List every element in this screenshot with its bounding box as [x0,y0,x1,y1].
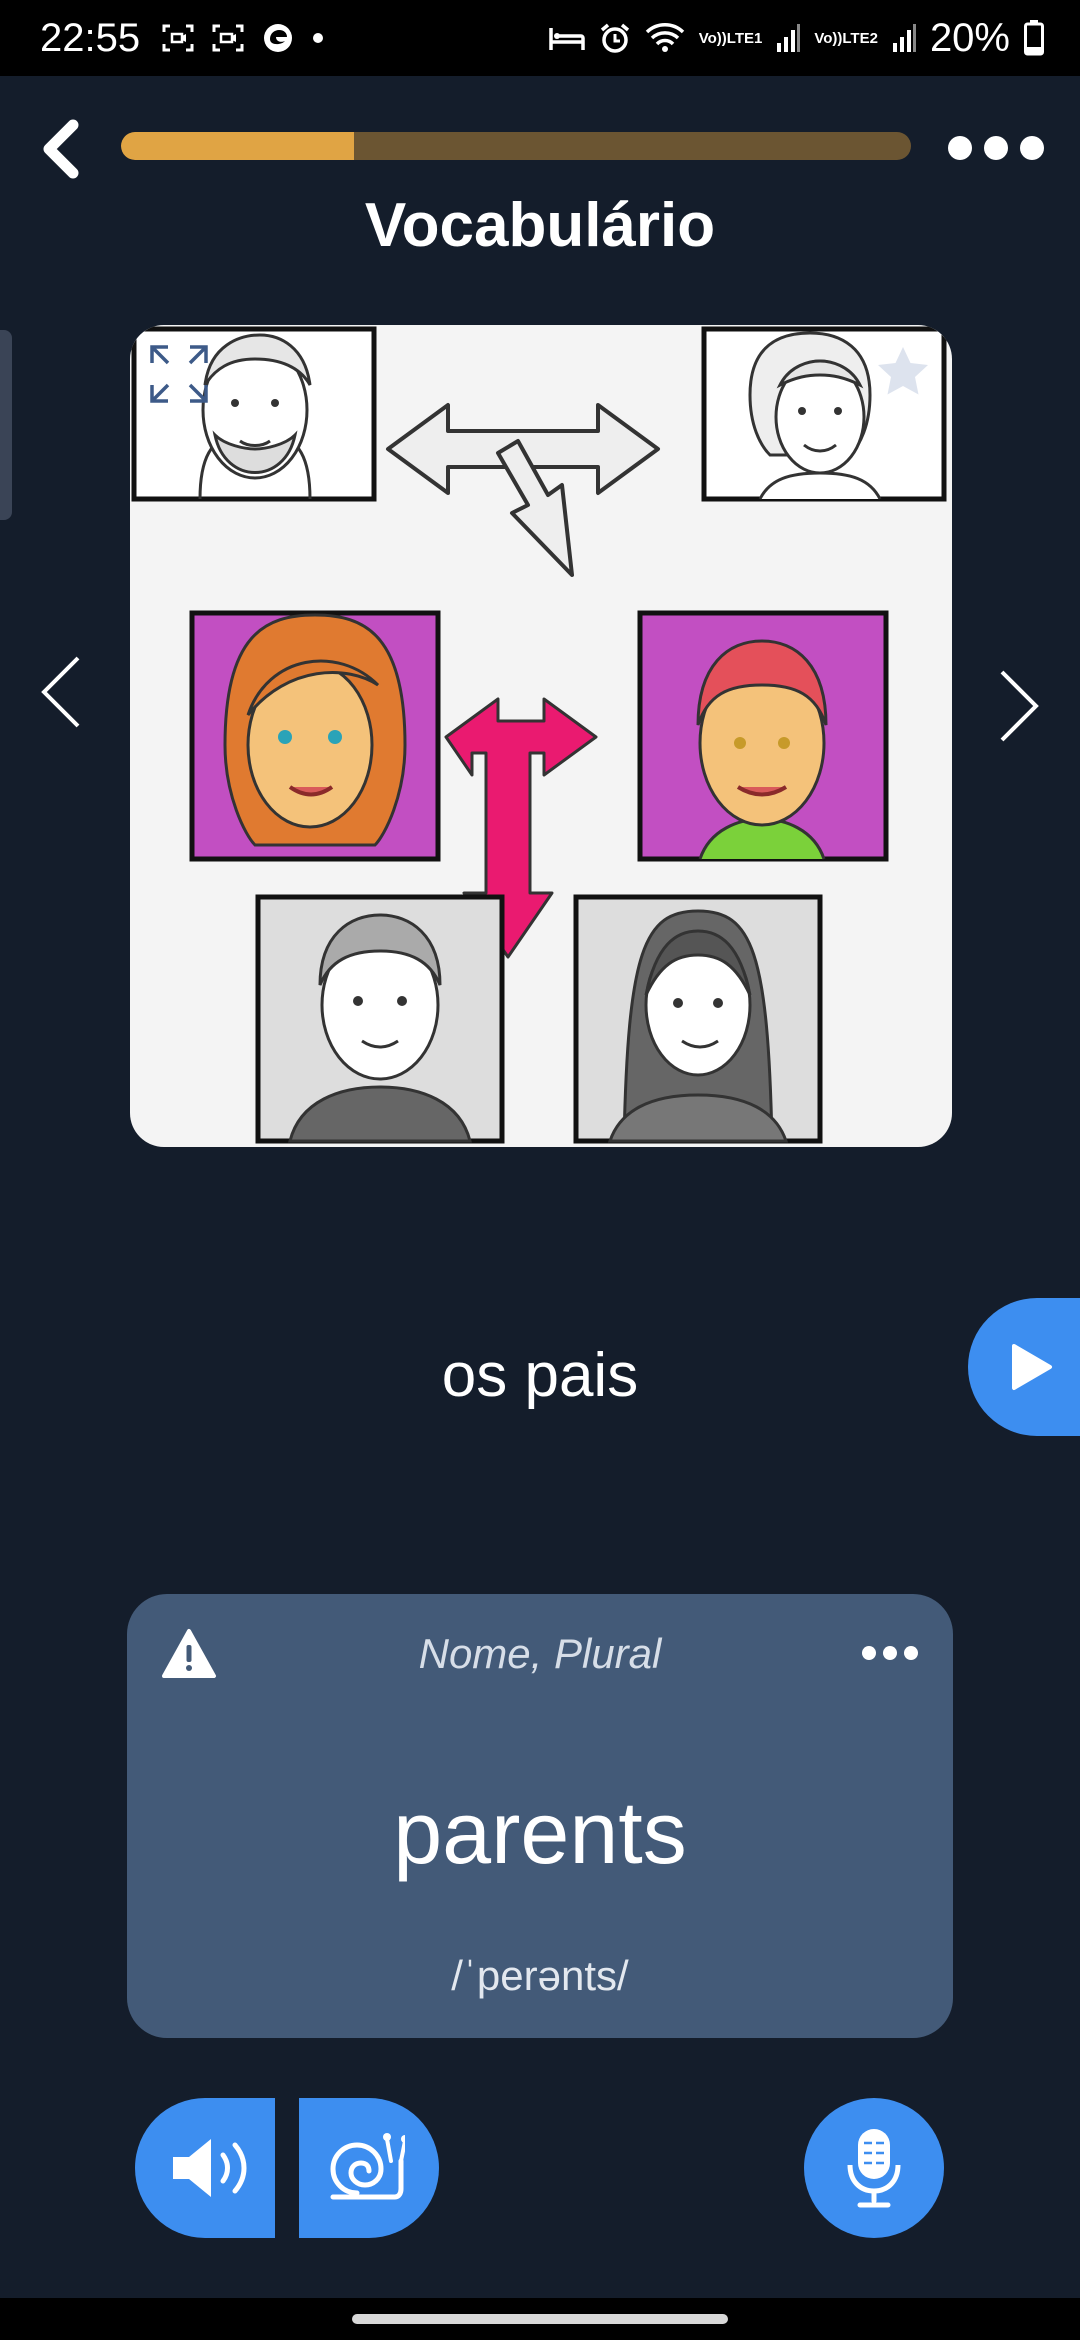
status-notification-icons [162,22,324,54]
home-indicator[interactable] [352,2314,728,2324]
battery-percent: 20% [929,15,1010,60]
screen-record-icon-2 [212,24,244,52]
more-dot [1020,136,1044,160]
son-portrait [255,894,505,1144]
vocabulary-word: os pais [441,1341,639,1410]
record-voice-button[interactable] [804,2098,944,2238]
lte2-label: LTE2 [842,29,878,47]
edge-panel-handle[interactable] [0,330,12,520]
phonetic-transcription: /ˈperənts/ [451,1952,629,1999]
chevron-left-thin-icon [41,656,80,728]
snail-icon [330,2133,405,2200]
status-system-icons: Vo)) LTE1 Vo)) LTE2 20% [548,15,1044,61]
next-card-button[interactable] [996,666,1042,746]
play-audio-button[interactable] [135,2098,275,2238]
chevron-right-thin-icon [1000,670,1039,742]
star-icon[interactable] [872,341,934,403]
translation-card: Nome, Plural parents /ˈperənts/ [127,1594,953,2038]
vo-label: Vo)) [698,29,727,47]
daughter-portrait [573,894,823,1144]
battery-icon [1024,20,1044,56]
back-button[interactable] [34,114,88,184]
more-options-button[interactable] [948,128,1044,168]
more-dot [948,136,972,160]
mother-portrait [189,610,441,862]
microphone-icon [847,2129,901,2208]
signal-icon [776,23,801,53]
lesson-progress-bar [121,132,911,160]
father-portrait [637,610,889,862]
more-dot [883,1646,897,1660]
status-bar: 22:55 Vo)) LTE1 Vo)) LTE2 20% [0,0,1080,76]
slow-audio-button[interactable] [299,2098,439,2238]
dot-icon [312,32,324,44]
screen-record-icon [162,24,194,52]
grandparents-arrows [386,403,660,577]
translation-word: parents [393,1783,687,1882]
more-dot [862,1646,876,1660]
bed-icon [548,24,585,52]
speaker-icon [173,2139,247,2197]
vo-label-2: Vo)) [814,29,843,47]
alarm-icon [599,22,631,54]
play-icon [1012,1344,1052,1390]
lte1-indicator: Vo)) LTE1 [699,31,763,46]
part-of-speech-label: Nome, Plural [418,1630,662,1677]
play-button[interactable] [968,1298,1080,1436]
signal-icon-2 [892,23,916,53]
previous-card-button[interactable] [38,652,84,732]
lte2-indicator: Vo)) LTE2 [814,31,878,46]
more-dot [984,136,1008,160]
lte1-label: LTE1 [726,29,763,47]
more-dot [904,1646,918,1660]
vocabulary-image-card[interactable] [130,325,952,1147]
page-title: Vocabulário [364,191,716,260]
expand-icon[interactable] [148,343,210,405]
family-illustration [131,326,947,1144]
lesson-progress-fill [121,132,355,160]
card-more-button[interactable] [862,1646,918,1662]
edge-browser-icon [262,22,294,54]
status-time: 22:55 [40,15,141,60]
wifi-icon [645,22,685,54]
chevron-left-icon [43,119,79,179]
